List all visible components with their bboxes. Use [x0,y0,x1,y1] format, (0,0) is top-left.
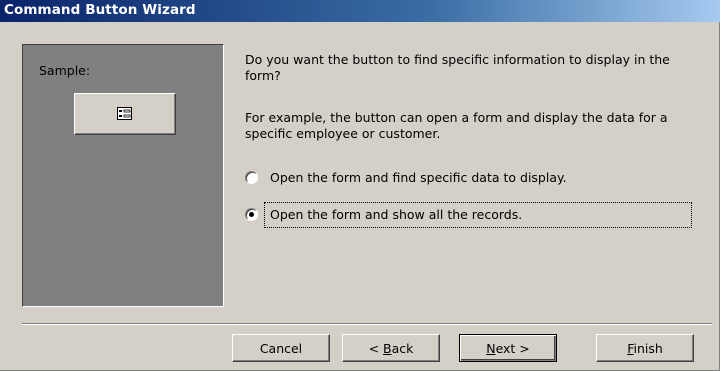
separator-line [22,323,712,325]
title-bar[interactable]: Command Button Wizard [0,0,720,22]
back-button[interactable]: < Back [342,334,440,362]
radio-button[interactable] [245,170,258,184]
wizard-window: Command Button Wizard Sample: Do you wan… [0,0,720,371]
sample-panel: Sample: [22,44,224,307]
cancel-button-label: Cancel [259,340,303,356]
finish-button[interactable]: Finish [596,334,694,362]
cancel-button[interactable]: Cancel [232,334,330,362]
wizard-example-text: For example, the button can open a form … [245,110,668,141]
sample-label: Sample: [39,63,91,78]
form-record-icon [117,107,132,120]
sample-button-preview [74,93,176,135]
radio-button-selected[interactable] [245,207,258,221]
option-find-specific-data[interactable]: Open the form and find specific data to … [245,167,569,187]
next-button[interactable]: Next > [459,334,557,362]
back-button-label: < Back [368,340,414,356]
wizard-question: Do you want the button to find specific … [245,52,670,83]
next-button-label: Next > [486,340,530,356]
finish-button-label: Finish [627,340,663,356]
window-title: Command Button Wizard [4,2,196,18]
option-show-all-records[interactable]: Open the form and show all the records. [245,204,524,224]
option-label: Open the form and find specific data to … [270,169,567,185]
option-label: Open the form and show all the records. [270,206,523,222]
